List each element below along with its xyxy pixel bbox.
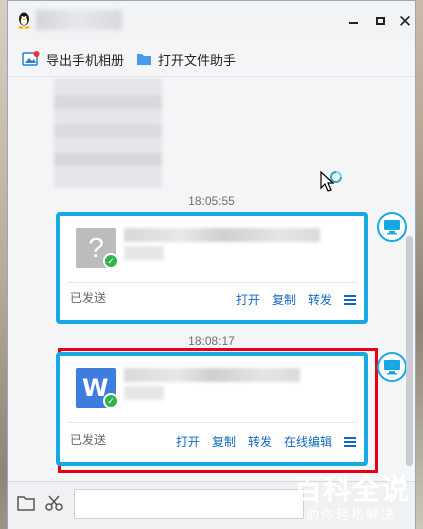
divider: [68, 422, 356, 423]
file-actions: 打开 复制 转发 在线编辑: [164, 433, 356, 450]
file-name-blurred: [124, 228, 320, 242]
qq-penguin-icon: [18, 12, 30, 29]
file-size-blurred: [124, 386, 164, 400]
export-phone-album-label: 导出手机相册: [46, 52, 125, 68]
copy-link[interactable]: 复制: [272, 291, 296, 308]
close-icon: ✕: [397, 11, 413, 31]
watermark-logo: 百科全说 助你轻松解决: [290, 468, 420, 529]
chat-message-area[interactable]: 18:05:55 ? ✓ 已发送 打开 复制 转发 18:08:17 W ✓ 已…: [8, 78, 415, 481]
message-timestamp: 18:08:17: [188, 334, 235, 348]
computer-avatar-icon: [384, 220, 400, 235]
watermark-title: 百科全说: [294, 473, 411, 506]
export-phone-album-button[interactable]: 导出手机相册: [22, 50, 124, 68]
online-edit-link[interactable]: 在线编辑: [284, 433, 332, 450]
avatar[interactable]: [377, 352, 407, 382]
open-link[interactable]: 打开: [176, 433, 200, 450]
file-name-blurred: [124, 368, 300, 382]
message-timestamp: 18:05:55: [188, 194, 235, 208]
avatar[interactable]: [377, 212, 407, 242]
check-badge-icon: ✓: [103, 253, 119, 269]
file-message-card[interactable]: W ✓ 已发送 打开 复制 转发 在线编辑: [56, 352, 368, 466]
file-message-body: ? ✓ 已发送 打开 复制 转发: [60, 216, 364, 320]
computer-avatar-icon: [384, 360, 400, 375]
scissors-icon[interactable]: [44, 494, 64, 512]
open-file-assistant-label: 打开文件助手: [158, 52, 237, 68]
title-bar[interactable]: ✕: [8, 1, 415, 41]
open-file-assistant-button[interactable]: 打开文件助手: [136, 50, 236, 68]
maximize-button[interactable]: [369, 11, 391, 31]
more-menu-icon[interactable]: [344, 436, 356, 447]
open-link[interactable]: 打开: [236, 291, 260, 308]
close-button[interactable]: ✕: [394, 11, 416, 31]
folder-icon: [137, 54, 151, 65]
message-input[interactable]: [74, 489, 304, 519]
more-menu-icon[interactable]: [344, 294, 356, 305]
blurred-image-message[interactable]: [54, 78, 162, 188]
maximize-icon: [375, 17, 385, 25]
toolbar: 导出手机相册 打开文件助手: [8, 41, 415, 77]
unknown-file-glyph: ?: [88, 232, 104, 263]
sent-status: 已发送: [70, 291, 107, 305]
watermark-subtitle: 助你轻松解决: [306, 507, 397, 522]
file-message-body: W ✓ 已发送 打开 复制 转发 在线编辑: [60, 356, 364, 462]
contact-name-blurred: [36, 10, 122, 30]
divider: [68, 282, 356, 283]
minimize-icon: [348, 22, 358, 24]
forward-link[interactable]: 转发: [308, 291, 332, 308]
forward-link[interactable]: 转发: [248, 433, 272, 450]
minimize-button[interactable]: [342, 11, 364, 31]
photo-album-icon: [22, 51, 40, 66]
file-size-blurred: [124, 246, 164, 260]
check-badge-icon: ✓: [103, 393, 119, 409]
send-file-folder-icon[interactable]: [16, 494, 36, 512]
chat-window: ✕ 导出手机相册 打开文件助手 18:05:55 ? ✓ 已发送 打开 复制 转…: [7, 0, 416, 529]
busy-cursor-icon: [320, 170, 342, 192]
file-message-card[interactable]: ? ✓ 已发送 打开 复制 转发: [56, 212, 368, 324]
copy-link[interactable]: 复制: [212, 433, 236, 450]
sent-status: 已发送: [70, 433, 107, 447]
chat-scrollbar[interactable]: [406, 236, 413, 466]
file-actions: 打开 复制 转发: [224, 291, 356, 308]
